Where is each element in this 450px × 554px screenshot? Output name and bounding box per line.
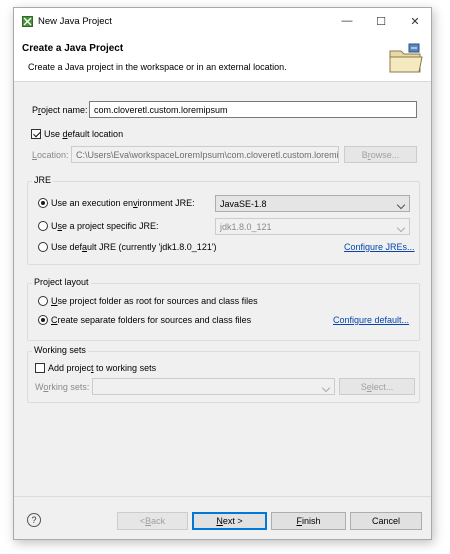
jre-project-specific-radio[interactable]	[38, 221, 48, 231]
project-name-label: Project name:	[32, 105, 88, 115]
java-project-folder-icon	[389, 43, 423, 73]
page-description: Create a Java project in the workspace o…	[28, 62, 287, 72]
add-to-working-sets-label[interactable]: Add project to working sets	[48, 363, 156, 373]
maximize-button[interactable]: ☐	[364, 8, 398, 34]
layout-separate-folders-radio[interactable]	[38, 315, 48, 325]
wizard-header: Create a Java Project Create a Java proj…	[14, 34, 431, 82]
working-sets-group-title: Working sets	[32, 345, 88, 355]
use-default-location-label[interactable]: Use efault locationdefault location	[44, 129, 123, 139]
use-default-location-checkbox[interactable]	[31, 129, 41, 139]
finish-button[interactable]: Finish	[271, 512, 346, 530]
chevron-down-icon	[396, 223, 406, 233]
jre-default-radio[interactable]	[38, 242, 48, 252]
close-button[interactable]: ✕	[398, 8, 432, 34]
execution-environment-select[interactable]: JavaSE-1.8	[215, 195, 410, 212]
project-name-input[interactable]: com.cloveretl.custom.loremipsum	[89, 101, 417, 118]
chevron-down-icon	[396, 200, 406, 210]
cancel-button[interactable]: Cancel	[350, 512, 422, 530]
working-sets-label: Working sets:	[35, 382, 90, 392]
back-button[interactable]: < Back	[117, 512, 188, 530]
close-icon: ✕	[410, 15, 420, 28]
jre-execution-environment-label[interactable]: Use an execution environment JRE:	[51, 198, 195, 208]
jre-default-label[interactable]: Use default JRE (currently 'jdk1.8.0_121…	[51, 242, 217, 252]
footer-separator	[14, 496, 431, 497]
minimize-icon: —	[341, 15, 353, 27]
next-button[interactable]: Next >	[192, 512, 267, 530]
title-bar: New Java Project — ☐ ✕	[14, 8, 431, 34]
project-specific-jre-select[interactable]: jdk1.8.0_121	[215, 218, 410, 235]
minimize-button[interactable]: —	[330, 8, 364, 34]
layout-separate-folders-label[interactable]: Create separate folders for sources and …	[51, 315, 251, 325]
jre-execution-environment-radio[interactable]	[38, 198, 48, 208]
jre-group-title: JRE	[32, 175, 54, 185]
location-label: Location:	[32, 150, 69, 160]
working-sets-select[interactable]	[92, 378, 335, 395]
maximize-icon: ☐	[376, 15, 386, 28]
configure-jres-link[interactable]: Configure JREs...	[344, 242, 415, 252]
window-title: New Java Project	[38, 16, 112, 27]
project-layout-group	[27, 283, 420, 341]
new-project-icon	[22, 16, 33, 27]
layout-project-root-radio[interactable]	[38, 296, 48, 306]
working-sets-group	[27, 351, 420, 403]
location-input[interactable]: C:\Users\Eva\workspaceLoremIpsum\com.clo…	[71, 146, 339, 163]
project-layout-group-title: Project layout	[32, 277, 91, 287]
new-java-project-dialog: New Java Project — ☐ ✕ Create a Java Pro…	[13, 7, 432, 540]
chevron-down-icon	[321, 383, 331, 393]
configure-default-link[interactable]: Configure default...	[333, 315, 409, 325]
page-title: Create a Java Project	[22, 43, 124, 54]
select-working-sets-button[interactable]: Se lect...	[339, 378, 415, 395]
jre-project-specific-label[interactable]: Use a project specific JRE:	[51, 221, 159, 231]
help-icon[interactable]: ?	[27, 513, 41, 527]
add-to-working-sets-checkbox[interactable]	[35, 363, 45, 373]
layout-project-root-label[interactable]: Use project folder as root for sources a…	[51, 296, 258, 306]
browse-button[interactable]: Br owse...	[344, 146, 417, 163]
